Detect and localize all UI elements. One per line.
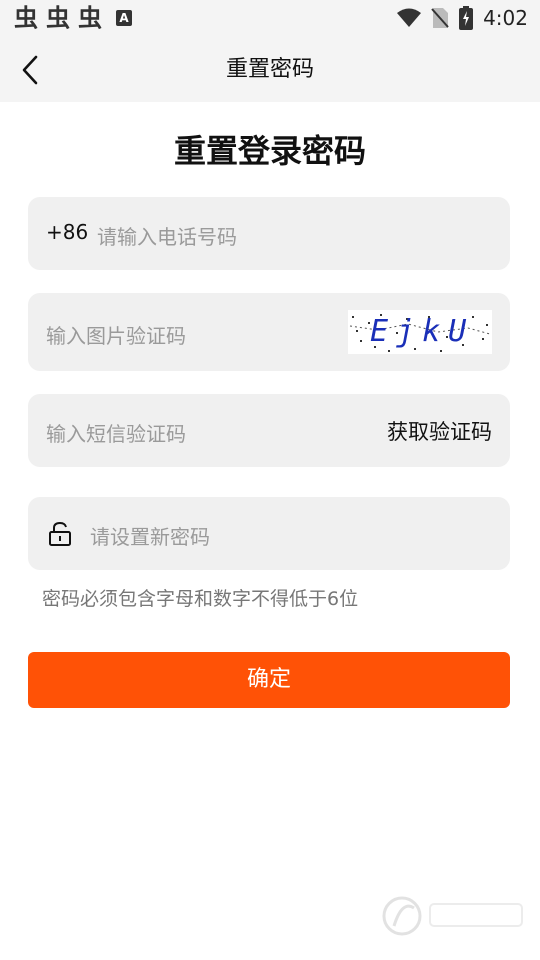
sms-field[interactable]: 输入短信验证码 获取验证码 [28, 394, 510, 467]
country-code: +86 [46, 220, 89, 244]
password-hint: 密码必须包含字母和数字不得低于6位 [42, 588, 359, 610]
new-password-input[interactable]: 请设置新密码 [90, 521, 210, 550]
app-notification-icon: 虫 [14, 4, 38, 32]
captcha-input[interactable]: 输入图片验证码 [46, 320, 186, 349]
confirm-button[interactable]: 确定 [28, 652, 510, 708]
app-notification-icon: 虫 [46, 4, 70, 32]
get-code-button[interactable]: 获取验证码 [387, 416, 492, 446]
sms-code-input[interactable]: 输入短信验证码 [46, 418, 186, 447]
page-title: 重置登录密码 [173, 132, 366, 170]
status-bar: 虫 虫 虫 A 4:02 [0, 0, 540, 38]
password-field[interactable]: 请设置新密码 [28, 497, 510, 570]
a-badge-icon: A [116, 10, 132, 26]
captcha-image[interactable]: EjkU [348, 310, 492, 354]
no-sim-icon [431, 8, 449, 28]
battery-icon [459, 6, 474, 30]
header: 重置密码 [0, 38, 540, 102]
lock-icon [49, 521, 71, 546]
phone-field[interactable]: +86 请输入电话号码 [28, 197, 510, 270]
wifi-icon [397, 8, 422, 27]
phone-input[interactable]: 请输入电话号码 [97, 221, 237, 250]
header-title: 重置密码 [225, 57, 314, 82]
app-notification-icon: 虫 [78, 4, 102, 32]
status-time: 4:02 [483, 6, 528, 30]
status-notifications: 虫 虫 虫 A [14, 5, 132, 31]
captcha-field[interactable]: 输入图片验证码 EjkU [28, 293, 510, 371]
status-indicators: 4:02 [397, 4, 528, 32]
captcha-code: EjkU [370, 314, 475, 349]
watermark-logo [382, 896, 523, 936]
